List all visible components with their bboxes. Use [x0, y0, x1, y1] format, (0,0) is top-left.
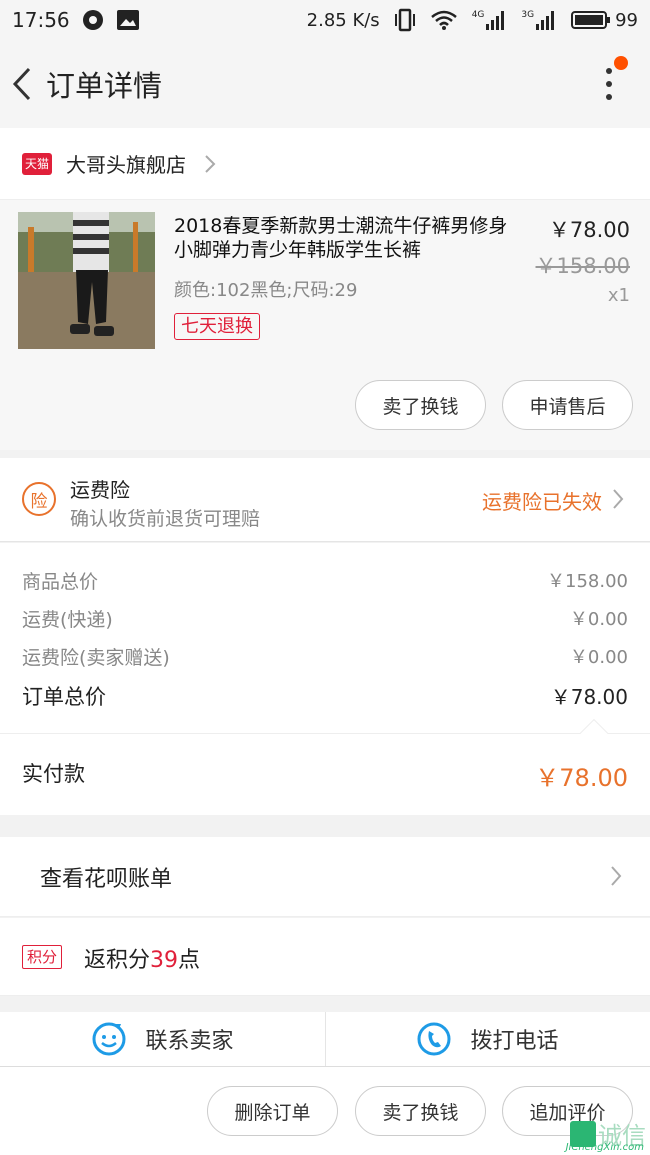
chevron-right-icon — [205, 154, 216, 173]
insurance-status: 运费险已失效 — [482, 490, 602, 514]
product-image[interactable] — [18, 212, 155, 349]
summary-value: ￥158.00 — [547, 571, 628, 592]
summary-row: 运费险(卖家赠送) ￥0.00 — [22, 643, 628, 670]
shop-name: 大哥头旗舰店 — [66, 153, 186, 177]
image-notification-icon — [116, 10, 139, 30]
app-notification-icon — [82, 10, 103, 30]
battery-level: 99 — [615, 9, 638, 31]
return-policy-tag: 七天退换 — [174, 313, 260, 340]
summary-value: ￥0.00 — [569, 609, 628, 630]
tmall-logo: 天猫 — [22, 152, 52, 175]
insurance-title: 运费险 — [70, 478, 130, 502]
summary-row: 商品总价 ￥158.00 — [22, 567, 628, 594]
more-dots-icon — [606, 68, 612, 74]
watermark-sub: JiChengXin.com — [565, 1142, 644, 1153]
vibrate-icon — [394, 8, 415, 32]
summary-label: 运费险(卖家赠送) — [22, 647, 170, 669]
notification-badge — [614, 56, 628, 70]
more-menu-button[interactable] — [594, 56, 628, 106]
nav-bar: 订单详情 — [0, 40, 650, 128]
product-spec: 颜色:102黑色;尺码:29 — [174, 280, 358, 301]
contact-seller-button[interactable]: 联系卖家 — [0, 1012, 325, 1066]
phone-icon — [417, 1022, 451, 1056]
actual-payment-value: ￥78.00 — [535, 764, 628, 792]
order-total-value: ￥78.00 — [550, 685, 628, 709]
call-phone-button[interactable]: 拨打电话 — [325, 1012, 650, 1066]
divider — [325, 1012, 326, 1066]
shipping-insurance-row[interactable]: 险 运费险 确认收货前退货可理赔 运费险已失效 — [0, 458, 650, 542]
more-dot — [606, 94, 612, 100]
insurance-icon: 险 — [22, 482, 56, 516]
contact-seller-label: 联系卖家 — [145, 1029, 234, 1054]
insurance-desc: 确认收货前退货可理赔 — [70, 508, 261, 530]
product-title[interactable]: 2018春夏季新款男士潮流牛仔裤男修身小脚弹力青少年韩版学生长裤 — [174, 214, 514, 262]
points-prefix: 返积分 — [84, 948, 151, 973]
chevron-right-icon — [613, 489, 624, 509]
summary-row: 运费(快递) ￥0.00 — [22, 605, 628, 632]
order-total-label: 订单总价 — [22, 685, 106, 709]
battery-indicator: 99 — [571, 10, 638, 31]
summary-label: 商品总价 — [22, 571, 99, 593]
points-badge: 积分 — [22, 945, 63, 969]
status-time: 17:56 — [12, 8, 70, 32]
product-quantity: x1 — [607, 285, 630, 306]
net-type-1: 4G — [471, 10, 485, 20]
summary-label: 运费(快递) — [22, 609, 113, 631]
back-button[interactable] — [2, 40, 42, 128]
more-dot — [606, 81, 612, 87]
wifi-icon — [430, 10, 457, 30]
sell-for-cash-button[interactable]: 卖了换钱 — [355, 380, 486, 430]
points-number: 39 — [150, 948, 179, 973]
chat-smile-icon — [92, 1022, 126, 1056]
product-price: ￥78.00 — [548, 218, 630, 242]
status-bar: 17:56 2.85 K/s 4G 3G 99 — [0, 0, 650, 40]
points-text: 返积分39点 — [84, 942, 200, 974]
page-title: 订单详情 — [46, 69, 163, 103]
product-item[interactable]: 2018春夏季新款男士潮流牛仔裤男修身小脚弹力青少年韩版学生长裤 颜色:102黑… — [0, 200, 650, 450]
actual-payment-label: 实付款 — [22, 762, 85, 786]
price-summary: 商品总价 ￥158.00 运费(快递) ￥0.00 运费险(卖家赠送) ￥0.0… — [0, 543, 650, 733]
huabei-bill-row[interactable]: 查看花呗账单 — [0, 837, 650, 917]
product-original-price: ￥158.00 — [535, 254, 630, 278]
contact-bar: 联系卖家 拨打电话 — [0, 1012, 650, 1066]
battery-icon — [571, 11, 611, 29]
chevron-right-icon — [611, 866, 622, 886]
network-speed: 2.85 K/s — [306, 9, 380, 31]
summary-value: ￥0.00 — [569, 647, 628, 668]
points-suffix: 点 — [178, 948, 201, 973]
order-total-row: 订单总价 ￥78.00 — [22, 681, 628, 711]
delete-order-button[interactable]: 删除订单 — [207, 1086, 338, 1136]
call-phone-label: 拨打电话 — [470, 1029, 559, 1054]
huabei-bill-label: 查看花呗账单 — [40, 867, 173, 892]
bottom-action-bar: 删除订单 卖了换钱 追加评价 诚信 JiChengXin.com — [0, 1066, 650, 1155]
actual-payment-row: 实付款 ￥78.00 — [0, 718, 650, 815]
apply-aftersale-button[interactable]: 申请售后 — [502, 380, 633, 430]
signal-3g-icon: 3G — [521, 10, 557, 30]
sell-for-cash-button[interactable]: 卖了换钱 — [355, 1086, 486, 1136]
net-type-2: 3G — [521, 10, 535, 20]
signal-4g-icon: 4G — [472, 10, 508, 30]
back-arrow-icon — [12, 67, 31, 101]
shop-row[interactable]: 天猫 大哥头旗舰店 — [0, 128, 650, 200]
points-row: 积分 返积分39点 — [0, 918, 650, 996]
